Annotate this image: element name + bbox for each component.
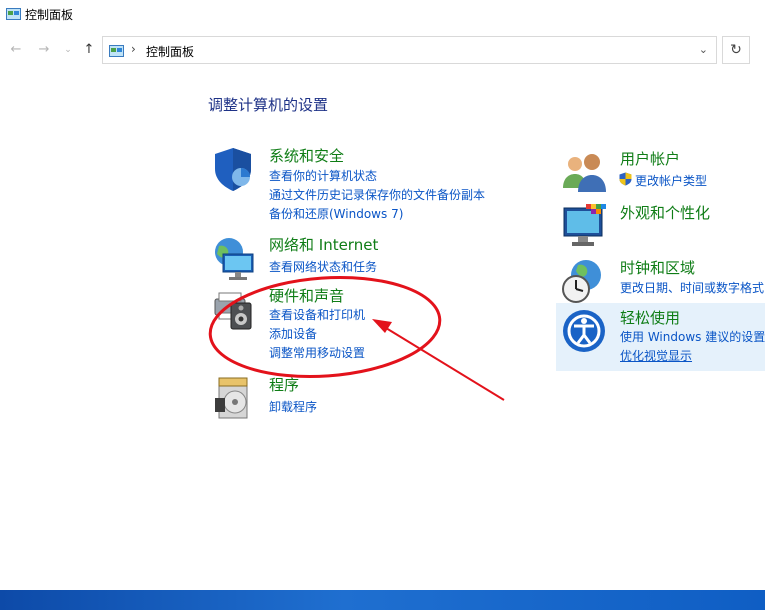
category-appearance[interactable]: 外观和个性化 (560, 202, 765, 250)
category-hardware-sound[interactable]: 硬件和声音 查看设备和打印机 添加设备 调整常用移动设置 (209, 285, 529, 365)
navigation-bar: ← → ⌄ ↑ › 控制面板 ⌄ ↻ (0, 34, 765, 66)
shield-icon (215, 148, 251, 191)
taskbar (0, 590, 765, 610)
link-file-history-backup[interactable]: 通过文件历史记录保存你的文件备份副本 (269, 186, 485, 203)
link-change-account-type[interactable]: 更改帐户类型 (635, 172, 707, 189)
recent-locations-chevron-icon[interactable]: ⌄ (60, 42, 76, 58)
link-view-computer-status[interactable]: 查看你的计算机状态 (269, 167, 377, 184)
printer-speaker-icon (214, 292, 252, 330)
category-name-appearance[interactable]: 外观和个性化 (620, 202, 710, 223)
breadcrumb-path[interactable]: 控制面板 (146, 43, 194, 60)
category-name-network-internet[interactable]: 网络和 Internet (269, 234, 378, 255)
category-name-system-security[interactable]: 系统和安全 (269, 145, 344, 166)
monitor-palette-icon (563, 204, 606, 246)
link-mobility-settings[interactable]: 调整常用移动设置 (269, 344, 365, 361)
category-programs[interactable]: 程序 卸载程序 (209, 374, 529, 420)
link-uninstall-program[interactable]: 卸载程序 (269, 398, 317, 415)
category-system-security[interactable]: 系统和安全 查看你的计算机状态 通过文件历史记录保存你的文件备份副本 备份和还原… (209, 145, 529, 225)
category-name-ease-of-access[interactable]: 轻松使用 (620, 307, 680, 328)
link-devices-printers[interactable]: 查看设备和打印机 (269, 306, 365, 323)
uac-shield-icon (619, 172, 632, 186)
link-add-device[interactable]: 添加设备 (269, 325, 317, 342)
users-icon (563, 154, 606, 192)
link-recommended-settings[interactable]: 使用 Windows 建议的设置 (620, 328, 765, 345)
forward-button[interactable]: → (36, 42, 52, 58)
category-name-clock-region[interactable]: 时钟和区域 (620, 257, 695, 278)
back-button[interactable]: ← (8, 42, 24, 58)
up-button[interactable]: ↑ (81, 42, 97, 58)
title-bar: 控制面板 (0, 0, 765, 30)
programs-disc-icon (215, 377, 248, 419)
refresh-button[interactable]: ↻ (722, 36, 750, 64)
category-name-hardware-sound[interactable]: 硬件和声音 (269, 285, 344, 306)
ease-of-access-icon (563, 310, 605, 352)
control-panel-icon (6, 8, 21, 20)
link-optimize-visual-display[interactable]: 优化视觉显示 (620, 347, 692, 364)
breadcrumb-separator-icon: › (131, 42, 136, 56)
category-network-internet[interactable]: 网络和 Internet 查看网络状态和任务 (209, 234, 529, 280)
network-globe-icon (215, 238, 254, 280)
category-user-accounts[interactable]: 用户帐户 更改帐户类型 (560, 148, 765, 192)
control-panel-location-icon (109, 45, 124, 57)
window-title: 控制面板 (25, 8, 74, 22)
category-name-programs[interactable]: 程序 (269, 374, 299, 395)
address-dropdown-icon[interactable]: ⌄ (699, 43, 708, 56)
link-backup-restore[interactable]: 备份和还原(Windows 7) (269, 205, 403, 222)
clock-globe-icon (562, 260, 601, 303)
category-clock-region[interactable]: 时钟和区域 更改日期、时间或数字格式 (560, 257, 765, 303)
page-title: 调整计算机的设置 (208, 96, 329, 114)
link-network-status[interactable]: 查看网络状态和任务 (269, 258, 377, 275)
link-change-date-time-format[interactable]: 更改日期、时间或数字格式 (620, 279, 764, 296)
category-name-user-accounts[interactable]: 用户帐户 (620, 148, 680, 169)
category-ease-of-access[interactable]: 轻松使用 使用 Windows 建议的设置 优化视觉显示 (560, 307, 765, 369)
address-bar[interactable]: › 控制面板 ⌄ (102, 36, 717, 64)
control-panel-window: 控制面板 ← → ⌄ ↑ › 控制面板 ⌄ ↻ 调整计算机的设置 系统和安全 查… (0, 0, 765, 610)
